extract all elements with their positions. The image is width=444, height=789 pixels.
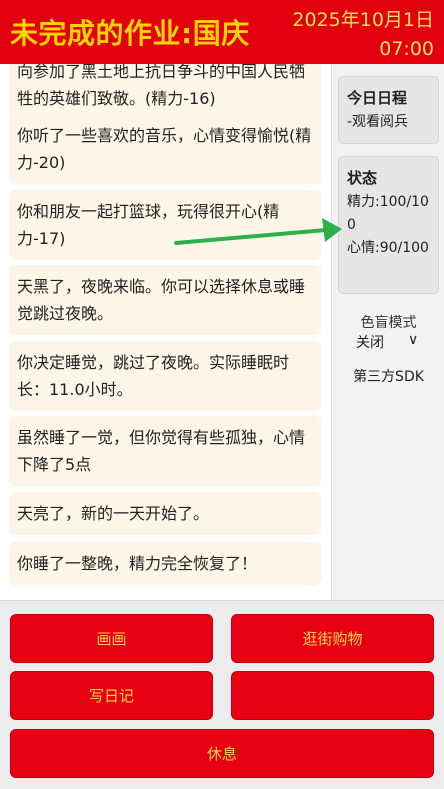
energy-stat: 精力:100/100	[347, 194, 429, 233]
third-party-sdk-link[interactable]: 第三方SDK	[332, 366, 444, 386]
feed-message: 向参加了黑土地上抗日争斗的中国人民牺牲的英雄们致敬。(精力-16)	[9, 64, 321, 120]
feed-message: 天亮了，新的一天开始了。	[9, 492, 321, 535]
feed-message: 你和朋友一起打篮球，玩得很开心(精力-17)	[9, 190, 321, 260]
sidebar: 今日日程 -观看阅兵 状态 精力:100/100 心情:90/100 色盲模式 …	[331, 64, 444, 600]
colorblind-label: 色盲模式	[360, 315, 417, 331]
feed-message: 虽然睡了一觉，但你觉得有些孤独，心情下降了5点	[9, 416, 321, 486]
shopping-button[interactable]: 逛街购物	[231, 614, 434, 663]
mood-stat: 心情:90/100	[347, 240, 429, 256]
feed-message: 你睡了一整晚，精力完全恢复了！	[9, 542, 321, 585]
action-panel: 画画 逛街购物 写日记 休息	[0, 600, 444, 789]
game-clock: 2025年10月1日 07:00	[292, 6, 434, 64]
feed-message: 你决定睡觉，跳过了夜晚。实际睡眠时长：11.0小时。	[9, 341, 321, 411]
message-feed[interactable]: 向参加了黑土地上抗日争斗的中国人民牺牲的英雄们致敬。(精力-16) 你听了一些喜…	[0, 64, 331, 600]
schedule-panel: 今日日程 -观看阅兵	[338, 76, 439, 144]
feed-message: 你听了一些喜欢的音乐，心情变得愉悦(精力-20)	[9, 114, 321, 184]
feed-message: 天黑了，夜晚来临。你可以选择休息或睡觉跳过夜晚。	[9, 265, 321, 335]
colorblind-value: 关闭	[356, 335, 384, 351]
schedule-item: -观看阅兵	[347, 114, 409, 130]
action-button[interactable]	[231, 671, 434, 720]
current-date: 2025年10月1日	[292, 9, 434, 31]
schedule-title: 今日日程	[347, 89, 408, 107]
draw-button[interactable]: 画画	[10, 614, 213, 663]
diary-button[interactable]: 写日记	[10, 671, 213, 720]
page-title: 未完成的作业:国庆	[10, 17, 250, 50]
status-panel: 状态 精力:100/100 心情:90/100	[338, 156, 439, 294]
chevron-down-icon: ∨	[408, 332, 419, 348]
colorblind-select[interactable]: 关闭 ∨	[356, 332, 426, 352]
top-header-bar: 未完成的作业:国庆 2025年10月1日 07:00	[0, 0, 444, 64]
status-title: 状态	[347, 169, 378, 187]
rest-button[interactable]: 休息	[10, 729, 434, 778]
current-time: 07:00	[379, 38, 434, 60]
